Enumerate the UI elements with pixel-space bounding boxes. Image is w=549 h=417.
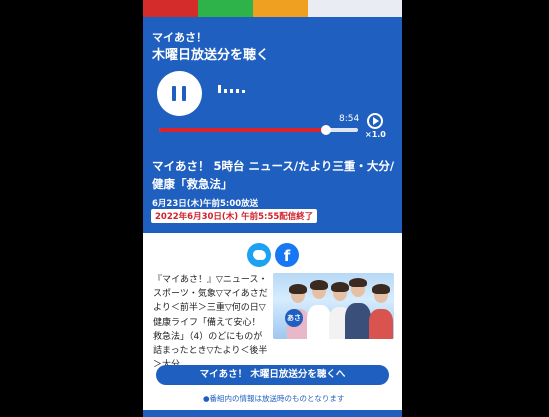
tab-segment-orange[interactable] [253, 0, 308, 17]
audio-player: マイあさ！ 木曜日放送分を聴く 8:54 ×1.0 [143, 17, 402, 149]
time-remaining: 8:54 [339, 114, 360, 124]
tab-segment-green[interactable] [198, 0, 253, 17]
app-screen: マイあさ！ 木曜日放送分を聴く 8:54 ×1.0 マイあさ！ 5時台 ニュース… [143, 0, 402, 417]
episode-content: f 『マイあさ！』▽ニュース・スポーツ・気象▽マイあさだより＜前半＞三重▽何の日… [143, 233, 402, 417]
facebook-share-button[interactable]: f [275, 243, 299, 267]
listen-thursday-button[interactable]: マイあさ！ 木曜日放送分を聴くへ [156, 365, 389, 385]
speed-label: ×1.0 [365, 130, 386, 139]
player-subtitle: 木曜日放送分を聴く [152, 48, 270, 63]
delivery-end-badge: 2022年6月30日(木) 午前5:55配信終了 [151, 209, 318, 223]
progress-knob[interactable] [321, 125, 332, 135]
progress-fill [159, 128, 327, 132]
tab-segment-white[interactable] [308, 0, 402, 17]
twitter-share-button[interactable] [247, 243, 271, 267]
bottom-bar [143, 410, 402, 417]
tab-segment-red[interactable] [143, 0, 198, 17]
episode-header: マイあさ！ 5時台 ニュース/たより三重・大分/健康「救急法」 6月23日(木)… [143, 149, 402, 233]
program-logo: あさ [285, 309, 303, 327]
episode-description: 『マイあさ！』▽ニュース・スポーツ・気象▽マイあさだより＜前半＞三重▽何の日▽健… [153, 275, 268, 371]
broadcast-date: 6月23日(木)午前5:00放送 [152, 199, 259, 209]
twitter-icon [253, 250, 266, 260]
program-photo: あさ [273, 273, 394, 339]
episode-title: マイあさ！ 5時台 ニュース/たより三重・大分/健康「救急法」 [152, 159, 395, 191]
pause-button[interactable] [157, 71, 202, 116]
progress-bar[interactable] [159, 125, 358, 135]
info-note: ●番組内の情報は放送時のものとなります [203, 394, 345, 403]
top-tab-strip [143, 0, 402, 17]
playback-speed-button[interactable]: ×1.0 [365, 113, 386, 143]
player-program-label: マイあさ！ [152, 31, 207, 44]
